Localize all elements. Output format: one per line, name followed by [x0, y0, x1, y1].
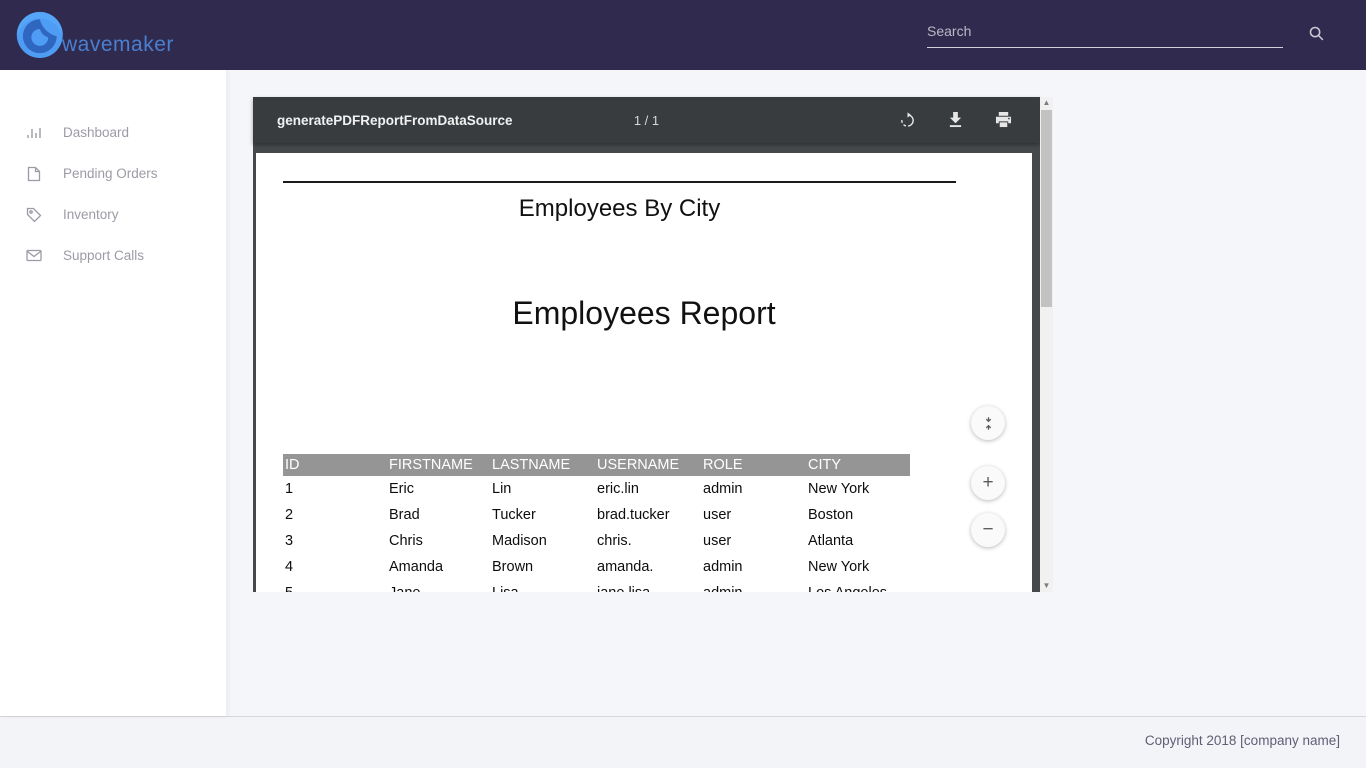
table-cell: Amanda — [387, 554, 490, 580]
document-header-rule — [283, 181, 956, 183]
table-cell: New York — [806, 476, 910, 502]
zoom-in-button[interactable]: + — [971, 466, 1005, 500]
zoom-out-button[interactable]: − — [971, 513, 1005, 547]
table-cell: 2 — [283, 502, 387, 528]
sidebar-item-label: Support Calls — [63, 248, 144, 263]
table-cell: Lin — [490, 476, 595, 502]
print-icon[interactable] — [988, 105, 1018, 135]
sidebar-item-inventory[interactable]: Inventory — [0, 194, 226, 235]
table-cell: Madison — [490, 528, 595, 554]
table-cell: Atlanta — [806, 528, 910, 554]
sidebar-item-dashboard[interactable]: Dashboard — [0, 112, 226, 153]
table-cell: user — [701, 502, 806, 528]
table-cell: 3 — [283, 528, 387, 554]
scroll-up-icon[interactable]: ▲ — [1040, 97, 1053, 109]
table-cell: Lisa — [490, 580, 595, 592]
table-cell: Eric — [387, 476, 490, 502]
column-header: ID — [283, 454, 387, 476]
pdf-scrollbar[interactable]: ▲ ▼ — [1040, 97, 1053, 592]
column-header: USERNAME — [595, 454, 701, 476]
sidebar-item-support-calls[interactable]: Support Calls — [0, 235, 226, 276]
table-cell: New York — [806, 554, 910, 580]
table-cell: Boston — [806, 502, 910, 528]
rotate-icon[interactable] — [892, 105, 922, 135]
pdf-page: Employees By City Employees Report ID FI… — [256, 153, 1032, 592]
scroll-down-icon[interactable]: ▼ — [1040, 580, 1053, 592]
top-navbar: wavemaker — [0, 0, 1366, 70]
table-cell: jane.lisa — [595, 580, 701, 592]
main-content: generatePDFReportFromDataSource 1 / 1 — [226, 70, 1366, 716]
table-row: 2BradTuckerbrad.tuckeruserBoston — [283, 502, 910, 528]
sidebar-item-label: Dashboard — [63, 125, 129, 140]
brand-logo[interactable]: wavemaker — [12, 6, 174, 64]
column-header: CITY — [806, 454, 910, 476]
report-title: Employees Report — [256, 295, 1032, 332]
table-cell: brad.tucker — [595, 502, 701, 528]
column-header: ROLE — [701, 454, 806, 476]
document-header-title: Employees By City — [283, 195, 956, 223]
sidebar-item-label: Inventory — [63, 207, 119, 222]
pdf-viewer: generatePDFReportFromDataSource 1 / 1 — [253, 97, 1053, 592]
table-row: 4AmandaBrownamanda.adminNew York — [283, 554, 910, 580]
pdf-toolbar-actions — [892, 105, 1018, 135]
fit-to-page-button[interactable] — [971, 406, 1005, 440]
table-cell: 4 — [283, 554, 387, 580]
table-row: 1EricLineric.linadminNew York — [283, 476, 910, 502]
download-icon[interactable] — [940, 105, 970, 135]
column-header: FIRSTNAME — [387, 454, 490, 476]
table-cell: Los Angeles — [806, 580, 910, 592]
table-cell: eric.lin — [595, 476, 701, 502]
employees-table: ID FIRSTNAME LASTNAME USERNAME ROLE CITY… — [283, 454, 910, 592]
table-cell: admin — [701, 554, 806, 580]
left-nav: Dashboard Pending Orders Inventory — [0, 70, 226, 716]
brand-name: wavemaker — [62, 33, 174, 57]
envelope-icon — [26, 248, 42, 264]
table-cell: admin — [701, 580, 806, 592]
pdf-toolbar: generatePDFReportFromDataSource 1 / 1 — [253, 97, 1040, 143]
column-header: LASTNAME — [490, 454, 595, 476]
table-cell: 5 — [283, 580, 387, 592]
table-cell: user — [701, 528, 806, 554]
table-cell: 1 — [283, 476, 387, 502]
table-row: 5JaneLisajane.lisaadminLos Angeles — [283, 580, 910, 592]
search-input[interactable] — [927, 18, 1283, 44]
table-cell: Brown — [490, 554, 595, 580]
scrollbar-thumb[interactable] — [1041, 110, 1052, 307]
sidebar-item-label: Pending Orders — [63, 166, 158, 181]
sidebar-item-pending-orders[interactable]: Pending Orders — [0, 153, 226, 194]
table-cell: amanda. — [595, 554, 701, 580]
search-field — [927, 18, 1283, 48]
page-footer: Copyright 2018 [company name] — [0, 716, 1366, 768]
table-cell: chris. — [595, 528, 701, 554]
table-cell: admin — [701, 476, 806, 502]
search-icon[interactable] — [1308, 18, 1338, 48]
app-root: wavemaker Dashboard — [0, 0, 1366, 768]
table-cell: Brad — [387, 502, 490, 528]
table-cell: Tucker — [490, 502, 595, 528]
copyright-text: Copyright 2018 [company name] — [1145, 733, 1340, 748]
table-cell: Chris — [387, 528, 490, 554]
bar-chart-icon — [26, 125, 42, 141]
table-row: 3ChrisMadisonchris.userAtlanta — [283, 528, 910, 554]
document-icon — [26, 166, 42, 182]
tag-icon — [26, 207, 42, 223]
table-cell: Jane — [387, 580, 490, 592]
table-header-row: ID FIRSTNAME LASTNAME USERNAME ROLE CITY — [283, 454, 910, 476]
